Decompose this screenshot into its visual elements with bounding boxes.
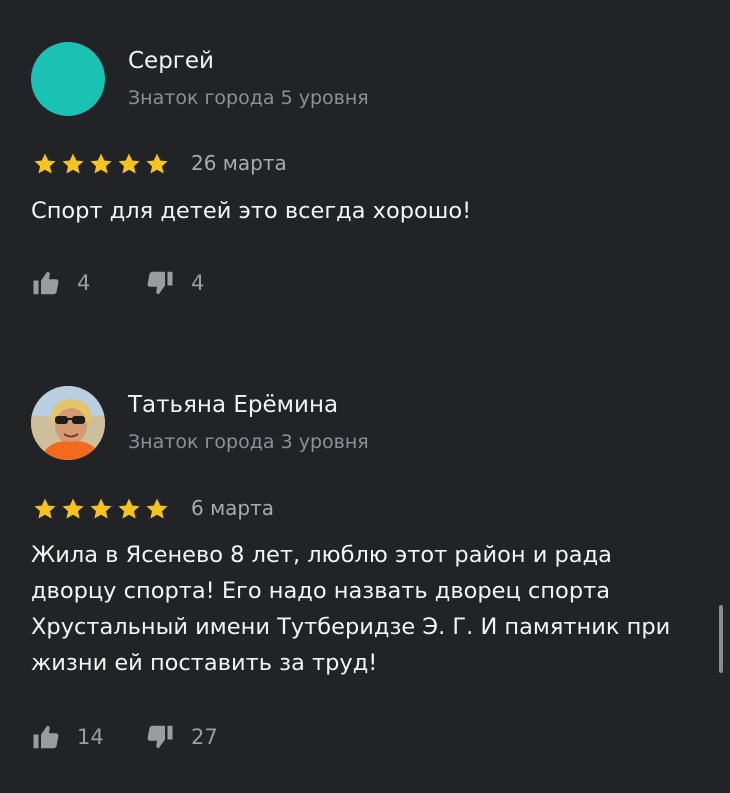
author-name[interactable]: Татьяна Ерёмина: [128, 392, 338, 418]
star-icon: [62, 498, 84, 519]
star-icon: [90, 153, 112, 174]
author-level: Знаток города 5 уровня: [128, 87, 369, 109]
review-text: Спорт для детей это всегда хорошо!: [31, 198, 472, 224]
thumbs-up-icon: [33, 725, 59, 749]
review-date: 26 марта: [191, 151, 287, 175]
review-date: 6 марта: [191, 496, 275, 520]
thumbs-up-icon: [33, 271, 59, 295]
star-icon: [90, 498, 112, 519]
like-button[interactable]: 4: [31, 268, 90, 298]
star-icon: [118, 498, 140, 519]
scrollbar[interactable]: [719, 605, 723, 673]
dislike-button[interactable]: 4: [145, 268, 204, 298]
star-icon: [34, 498, 56, 519]
dislike-count: 27: [191, 725, 218, 749]
star-icon: [146, 498, 168, 519]
rating-stars: [33, 152, 169, 176]
review-text: Жила в Ясенево 8 лет, люблю этот район и…: [31, 542, 671, 676]
like-count: 14: [77, 725, 104, 749]
user-photo: [31, 386, 105, 460]
author-level: Знаток города 3 уровня: [128, 431, 369, 453]
rating-stars: [33, 497, 169, 521]
like-count: 4: [77, 271, 91, 295]
star-icon: [62, 153, 84, 174]
dislike-button[interactable]: 27: [145, 722, 218, 752]
dislike-count: 4: [191, 271, 205, 295]
like-button[interactable]: 14: [31, 722, 104, 752]
avatar[interactable]: [31, 42, 105, 116]
star-icon: [118, 153, 140, 174]
star-icon: [146, 153, 168, 174]
star-icon: [34, 153, 56, 174]
author-name[interactable]: Сергей: [128, 48, 214, 74]
thumbs-down-icon: [147, 271, 173, 295]
avatar[interactable]: [31, 386, 105, 460]
thumbs-down-icon: [147, 725, 173, 749]
